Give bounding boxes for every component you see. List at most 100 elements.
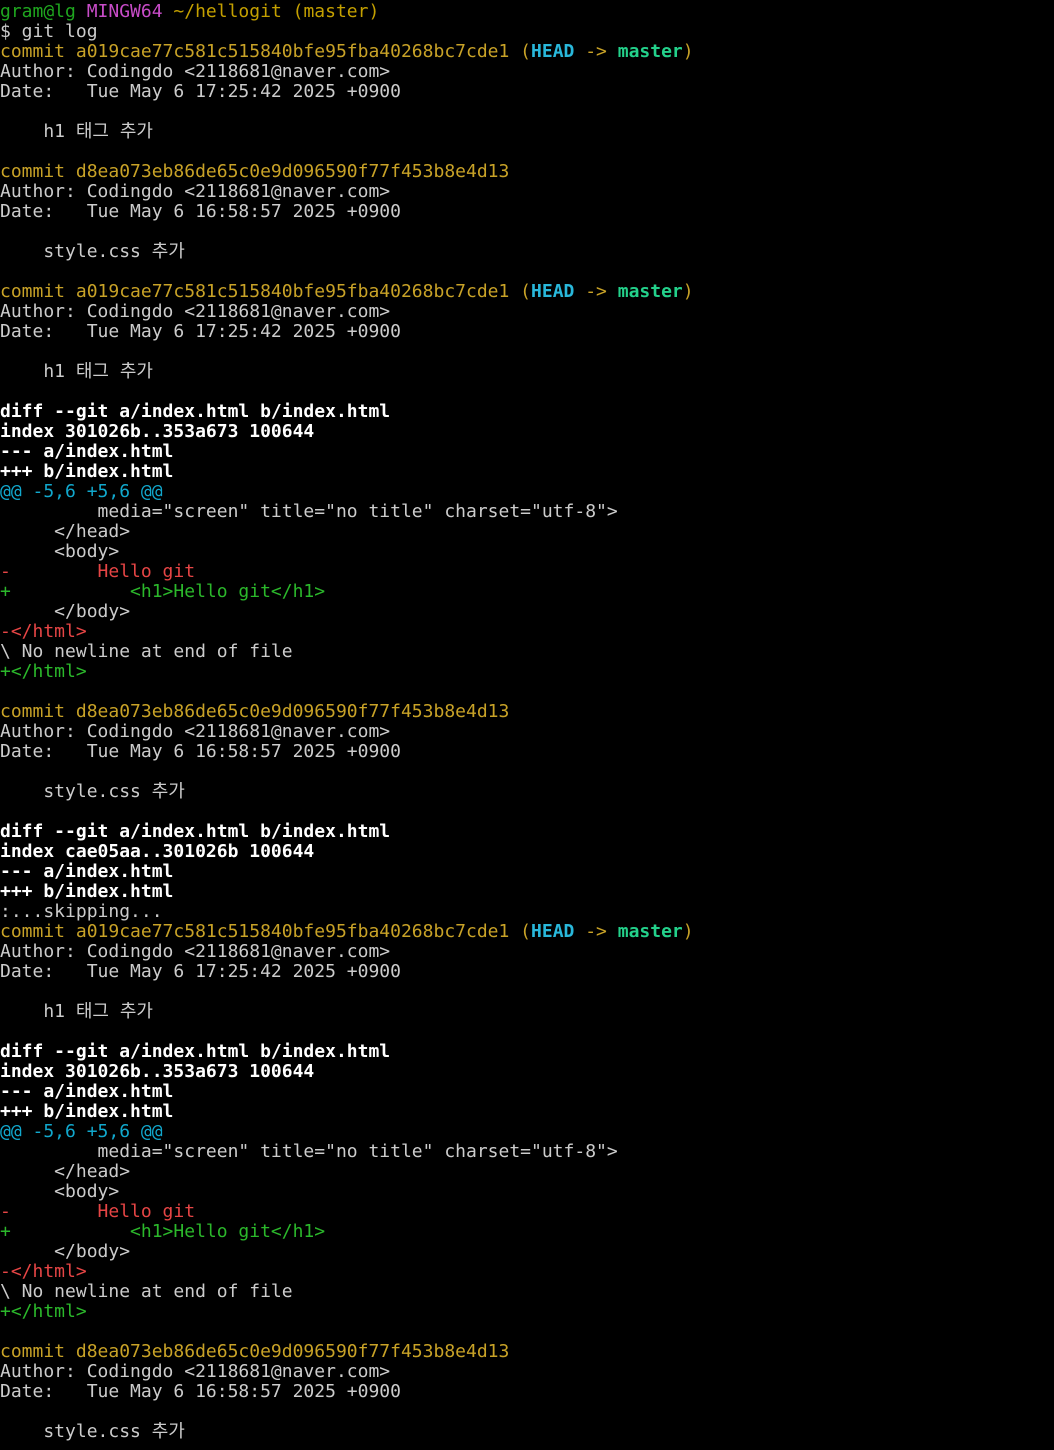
- terminal-line: - Hello git: [0, 562, 1054, 582]
- terminal-line: \ No newline at end of file: [0, 1282, 1054, 1302]
- terminal-text-segment: +</html>: [0, 1302, 87, 1322]
- terminal-line: commit a019cae77c581c515840bfe95fba40268…: [0, 922, 1054, 942]
- terminal-text-segment: ->: [574, 42, 618, 62]
- terminal-text-segment: ->: [574, 922, 618, 942]
- terminal-text-segment: + <h1>Hello git</h1>: [0, 582, 326, 602]
- terminal-line: -</html>: [0, 622, 1054, 642]
- terminal-text-segment: -</html>: [0, 622, 87, 642]
- terminal-text-segment: style.css 추가: [0, 1422, 185, 1442]
- terminal-line: +++ b/index.html: [0, 882, 1054, 902]
- terminal-text-segment: --- a/index.html: [0, 1082, 174, 1102]
- terminal-text-segment: - Hello git: [0, 562, 196, 582]
- terminal-text-segment: </body>: [0, 1242, 131, 1262]
- terminal-line: index 301026b..353a673 100644: [0, 422, 1054, 442]
- terminal-text-segment: HEAD: [531, 42, 575, 62]
- terminal-text-segment: ->: [574, 282, 618, 302]
- terminal-line: h1 태그 추가: [0, 122, 1054, 142]
- terminal-text-segment: - Hello git: [0, 1202, 196, 1222]
- terminal-line: </head>: [0, 1162, 1054, 1182]
- terminal-line: index cae05aa..301026b 100644: [0, 842, 1054, 862]
- terminal-line: Author: Codingdo <2118681@naver.com>: [0, 722, 1054, 742]
- terminal-line: </body>: [0, 602, 1054, 622]
- terminal-line: Author: Codingdo <2118681@naver.com>: [0, 302, 1054, 322]
- terminal-text-segment: <body>: [0, 542, 120, 562]
- terminal-text-segment: Author: Codingdo <2118681@naver.com>: [0, 302, 391, 322]
- terminal-line: style.css 추가: [0, 1422, 1054, 1442]
- terminal-output[interactable]: gram@lg MINGW64 ~/hellogit (master) $ git…: [0, 2, 1054, 1442]
- terminal-text-segment: -</html>: [0, 1262, 87, 1282]
- terminal-line: -</html>: [0, 1262, 1054, 1282]
- terminal-text-segment: ): [682, 922, 694, 942]
- terminal-line: + <h1>Hello git</h1>: [0, 1222, 1054, 1242]
- terminal-line: commit a019cae77c581c515840bfe95fba40268…: [0, 282, 1054, 302]
- terminal-line: - Hello git: [0, 1202, 1054, 1222]
- terminal-line: --- a/index.html: [0, 442, 1054, 462]
- terminal-line: commit d8ea073eb86de65c0e9d096590f77f453…: [0, 1342, 1054, 1362]
- terminal-text-segment: index 301026b..353a673 100644: [0, 1062, 315, 1082]
- terminal-text-segment: +++ b/index.html: [0, 1102, 174, 1122]
- terminal-line: </head>: [0, 522, 1054, 542]
- terminal-text-segment: HEAD: [531, 922, 575, 942]
- terminal-text-segment: Author: Codingdo <2118681@naver.com>: [0, 942, 391, 962]
- terminal-text-segment: commit d8ea073eb86de65c0e9d096590f77f453…: [0, 702, 510, 722]
- terminal-text-segment: :...skipping...: [0, 902, 163, 922]
- terminal-text-segment: index cae05aa..301026b 100644: [0, 842, 315, 862]
- terminal-line: +</html>: [0, 1302, 1054, 1322]
- terminal-text-segment: --- a/index.html: [0, 862, 174, 882]
- terminal-line: Author: Codingdo <2118681@naver.com>: [0, 62, 1054, 82]
- terminal-line: \ No newline at end of file: [0, 642, 1054, 662]
- terminal-text-segment: Date: Tue May 6 17:25:42 2025 +0900: [0, 322, 401, 342]
- terminal-text-segment: style.css 추가: [0, 782, 185, 802]
- terminal-line: style.css 추가: [0, 242, 1054, 262]
- terminal-line: :...skipping...: [0, 902, 1054, 922]
- terminal-text-segment: commit a019cae77c581c515840bfe95fba40268…: [0, 42, 532, 62]
- terminal-line: @@ -5,6 +5,6 @@: [0, 482, 1054, 502]
- terminal-line: h1 태그 추가: [0, 1002, 1054, 1022]
- terminal-line: $ git log: [0, 22, 1054, 42]
- terminal-text-segment: </head>: [0, 1162, 131, 1182]
- terminal-text-segment: </body>: [0, 602, 131, 622]
- terminal-line: --- a/index.html: [0, 862, 1054, 882]
- terminal-line: diff --git a/index.html b/index.html: [0, 1042, 1054, 1062]
- terminal-line: commit d8ea073eb86de65c0e9d096590f77f453…: [0, 162, 1054, 182]
- terminal-text-segment: (master): [281, 2, 380, 22]
- terminal-text-segment: h1 태그 추가: [0, 362, 153, 382]
- terminal-text-segment: $ git log: [0, 22, 98, 42]
- terminal-text-segment: index 301026b..353a673 100644: [0, 422, 315, 442]
- terminal-line: +++ b/index.html: [0, 1102, 1054, 1122]
- terminal-text-segment: media="screen" title="no title" charset=…: [0, 502, 618, 522]
- terminal-text-segment: commit d8ea073eb86de65c0e9d096590f77f453…: [0, 162, 510, 182]
- terminal-line: <body>: [0, 542, 1054, 562]
- terminal-text-segment: Author: Codingdo <2118681@naver.com>: [0, 62, 391, 82]
- terminal-line: media="screen" title="no title" charset=…: [0, 1142, 1054, 1162]
- terminal-line: commit d8ea073eb86de65c0e9d096590f77f453…: [0, 702, 1054, 722]
- terminal-text-segment: ~/hellogit: [173, 2, 282, 22]
- terminal-text-segment: +++ b/index.html: [0, 882, 174, 902]
- terminal-line: +++ b/index.html: [0, 462, 1054, 482]
- terminal-line: gram@lg MINGW64 ~/hellogit (master): [0, 2, 1054, 22]
- terminal-text-segment: \ No newline at end of file: [0, 642, 293, 662]
- terminal-text-segment: Date: Tue May 6 16:58:57 2025 +0900: [0, 742, 401, 762]
- terminal-line: --- a/index.html: [0, 1082, 1054, 1102]
- terminal-text-segment: --- a/index.html: [0, 442, 174, 462]
- terminal-text-segment: commit a019cae77c581c515840bfe95fba40268…: [0, 922, 532, 942]
- terminal-line: Date: Tue May 6 17:25:42 2025 +0900: [0, 82, 1054, 102]
- terminal-text-segment: Date: Tue May 6 17:25:42 2025 +0900: [0, 82, 401, 102]
- terminal-text-segment: ): [682, 282, 694, 302]
- terminal-line: h1 태그 추가: [0, 362, 1054, 382]
- terminal-line: <body>: [0, 1182, 1054, 1202]
- terminal-text-segment: master: [617, 42, 683, 62]
- terminal-line: </body>: [0, 1242, 1054, 1262]
- terminal-text-segment: ): [682, 42, 694, 62]
- terminal-text-segment: commit d8ea073eb86de65c0e9d096590f77f453…: [0, 1342, 510, 1362]
